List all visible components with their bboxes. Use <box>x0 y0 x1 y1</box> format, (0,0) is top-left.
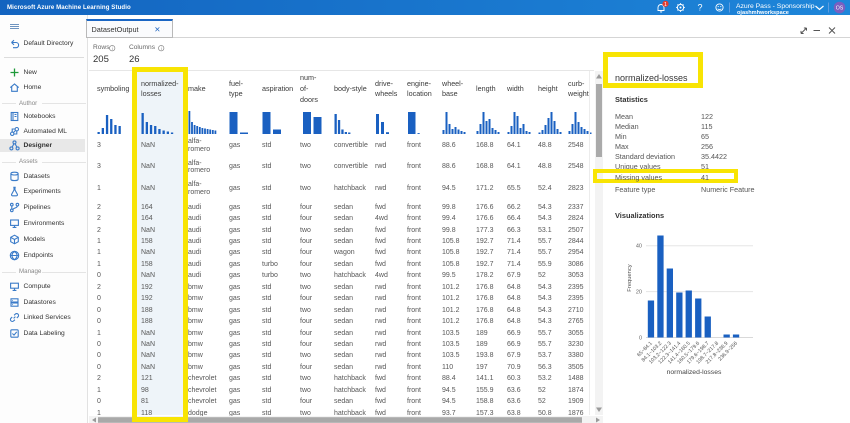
svg-text:?: ? <box>697 3 702 13</box>
svg-text:1: 1 <box>664 2 667 8</box>
svg-text:i: i <box>112 46 113 51</box>
svg-text:Azure Pass - Sponsorship: Azure Pass - Sponsorship <box>736 3 815 10</box>
svg-text:i: i <box>161 46 162 51</box>
svg-text:OS: OS <box>836 6 844 12</box>
